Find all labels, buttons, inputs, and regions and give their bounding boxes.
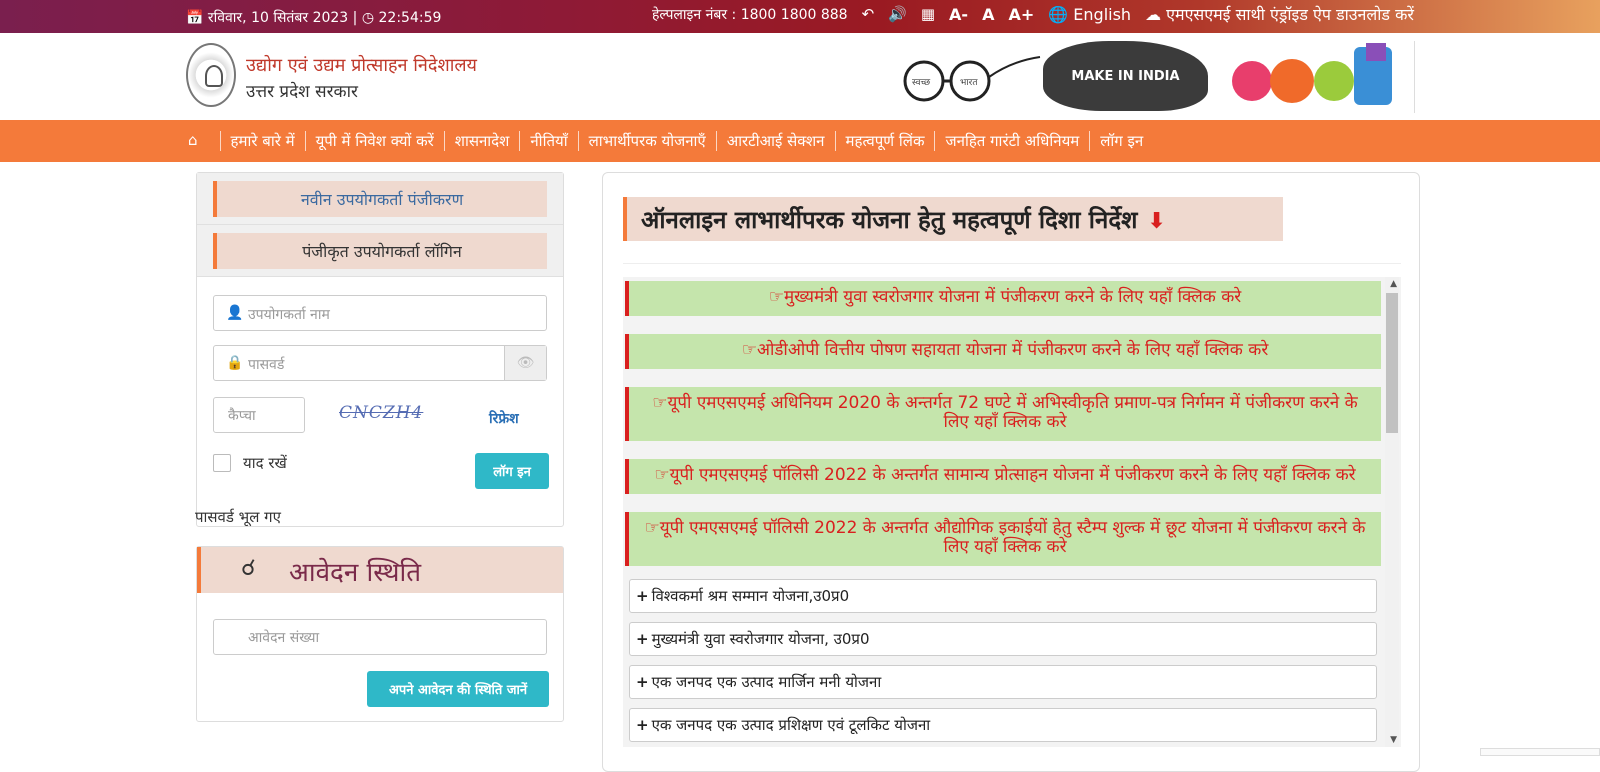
- scheme-list-scroll[interactable]: ☞मुख्यमंत्री युवा स्वरोजगार योजना में पं…: [623, 277, 1401, 747]
- top-bar: 📅 रविवार, 10 सितंबर 2023 | ◷ 22:54:59 हे…: [0, 0, 1600, 33]
- guidelines-title-text: ऑनलाइन लाभार्थीपरक योजना हेतु महत्वपूर्ण…: [641, 206, 1138, 234]
- nav-items: ⌂ हमारे बारे में यूपी में निवेश क्यों कर…: [188, 131, 1153, 151]
- accordion-item-1[interactable]: + विश्वकर्मा श्रम सम्मान योजना,उ0प्र0: [629, 579, 1377, 613]
- share-icon: ☌: [241, 556, 256, 581]
- title-divider: [623, 263, 1401, 264]
- plus-icon: +: [636, 630, 649, 648]
- forgot-password-link[interactable]: पासवर्ड भूल गए: [195, 507, 281, 527]
- password-input[interactable]: 🔒 पासवर्ड 👁: [213, 345, 547, 381]
- registered-login-tab[interactable]: पंजीकृत उपयोगकर्ता लॉगिन: [213, 233, 547, 269]
- accordion-item-3[interactable]: + एक जनपद एक उत्पाद मार्जिन मनी योजना: [629, 665, 1377, 699]
- date-time: 📅 रविवार, 10 सितंबर 2023 | ◷ 22:54:59: [186, 8, 441, 27]
- time-text: 22:54:59: [378, 10, 442, 26]
- scheme-link-5[interactable]: ☞यूपी एमएसएमई पॉलिसी 2022 के अन्तर्गत औद…: [625, 512, 1381, 566]
- site-header: उद्योग एवं उद्यम प्रोत्साहन निदेशालय उत्…: [0, 33, 1600, 120]
- header-divider: [1414, 41, 1415, 113]
- nav-guarantee-act[interactable]: जनहित गारंटी अधिनियम: [934, 131, 1089, 151]
- captcha-input[interactable]: कैप्चा: [213, 397, 305, 433]
- scrollbar-thumb[interactable]: [1386, 293, 1398, 433]
- captcha-refresh-link[interactable]: रिफ्रेश: [489, 409, 519, 428]
- language-switch[interactable]: 🌐 English: [1048, 5, 1131, 24]
- status-title: आवेदन स्थिति: [289, 558, 422, 588]
- clock-icon: ◷: [361, 10, 375, 26]
- remember-checkbox[interactable]: [213, 454, 231, 472]
- odop-logo: [1232, 43, 1392, 105]
- accordion-label-1: विश्वकर्मा श्रम सम्मान योजना,उ0प्र0: [651, 587, 850, 605]
- translate-icon: 🌐: [1048, 4, 1069, 24]
- swachh-text: स्वच्छ: [912, 78, 931, 88]
- guidelines-panel: ऑनलाइन लाभार्थीपरक योजना हेतु महत्वपूर्ण…: [602, 172, 1420, 772]
- org-name: उद्योग एवं उद्यम प्रोत्साहन निदेशालय: [246, 55, 478, 76]
- guidelines-title: ऑनलाइन लाभार्थीपरक योजना हेतु महत्वपूर्ण…: [623, 197, 1283, 241]
- gov-name: उत्तर प्रदेश सरकार: [246, 82, 358, 102]
- home-icon[interactable]: ⌂: [188, 131, 220, 151]
- language-label: English: [1073, 4, 1132, 24]
- new-registration-row: नवीन उपयोगकर्ता पंजीकरण: [197, 173, 563, 225]
- scheme-link-3[interactable]: ☞यूपी एमएसएमई अधिनियम 2020 के अन्तर्गत 7…: [625, 387, 1381, 441]
- top-bar-tools: हेल्पलाइन नंबर : 1800 1800 888 ↶ 🔊 ▦ A- …: [652, 3, 1414, 25]
- app-download-label: एमएसएमई साथी एंड्रॉइड ऐप डाउनलोड करें: [1166, 5, 1414, 24]
- date-text: रविवार, 10 सितंबर 2023 |: [207, 10, 358, 26]
- nav-invest[interactable]: यूपी में निवेश क्यों करें: [304, 131, 444, 151]
- nav-schemes[interactable]: लाभार्थीपरक योजनाएँ: [577, 131, 716, 151]
- app-download-link[interactable]: ☁ एमएसएमई साथी एंड्रॉइड ऐप डाउनलोड करें: [1145, 3, 1414, 25]
- font-normal-button[interactable]: A: [982, 5, 994, 24]
- scroll-down-icon[interactable]: ▼: [1390, 735, 1397, 745]
- nav-links[interactable]: महत्वपूर्ण लिंक: [834, 131, 935, 151]
- plus-icon: +: [636, 673, 649, 691]
- accordion-label-2: मुख्यमंत्री युवा स्वरोजगार योजना, उ0प्र0: [651, 630, 870, 648]
- accordion-label-4: एक जनपद एक उत्पाद प्रशिक्षण एवं टूलकिट य…: [651, 716, 931, 734]
- scheme-link-1[interactable]: ☞मुख्यमंत्री युवा स्वरोजगार योजना में पं…: [625, 281, 1381, 316]
- plus-icon: +: [636, 716, 649, 734]
- application-status-panel: ☌ आवेदन स्थिति आवेदन संख्या अपने आवेदन क…: [196, 546, 564, 722]
- check-status-button[interactable]: अपने आवेदन की स्थिति जानें: [367, 671, 549, 707]
- speaker-icon[interactable]: 🔊: [888, 5, 907, 23]
- registered-login-row: पंजीकृत उपयोगकर्ता लॉगिन: [197, 225, 563, 277]
- scroll-up-icon[interactable]: ▲: [1390, 279, 1397, 289]
- password-placeholder: पासवर्ड: [248, 357, 285, 373]
- captcha-image: CNCZH4: [339, 403, 424, 423]
- scheme-link-4[interactable]: ☞यूपी एमएसएमई पॉलिसी 2022 के अन्तर्गत सा…: [625, 459, 1381, 494]
- back-icon[interactable]: ↶: [862, 5, 875, 23]
- remember-label: याद रखें: [243, 454, 287, 472]
- plus-icon: +: [636, 587, 649, 605]
- cloud-download-icon: ☁: [1145, 5, 1162, 24]
- make-in-india-logo: MAKE IN INDIA: [1043, 41, 1208, 111]
- accordion-item-4[interactable]: + एक जनपद एक उत्पाद प्रशिक्षण एवं टूलकिट …: [629, 708, 1377, 742]
- accordion-item-2[interactable]: + मुख्यमंत्री युवा स्वरोजगार योजना, उ0प्र…: [629, 622, 1377, 656]
- nav-login[interactable]: लॉग इन: [1089, 131, 1153, 151]
- application-number-input[interactable]: आवेदन संख्या: [213, 619, 547, 655]
- download-icon[interactable]: ⬇: [1147, 209, 1165, 234]
- bharat-text: भारत: [960, 78, 978, 88]
- username-placeholder: उपयोगकर्ता नाम: [248, 307, 330, 323]
- lock-icon: 🔒: [226, 355, 244, 371]
- helpline-text: हेल्पलाइन नंबर : 1800 1800 888: [652, 6, 848, 23]
- font-increase-button[interactable]: A+: [1008, 5, 1034, 24]
- nav-orders[interactable]: शासनादेश: [443, 131, 520, 151]
- scheme-link-2[interactable]: ☞ओडीओपी वित्तीय पोषण सहायता योजना में पं…: [625, 334, 1381, 369]
- font-decrease-button[interactable]: A-: [949, 5, 968, 24]
- new-registration-tab[interactable]: नवीन उपयोगकर्ता पंजीकरण: [213, 181, 547, 217]
- up-emblem-logo: [186, 43, 236, 107]
- login-button[interactable]: लॉग इन: [475, 453, 549, 489]
- status-header: ☌ आवेदन स्थिति: [197, 547, 563, 593]
- accordion-label-3: एक जनपद एक उत्पाद मार्जिन मनी योजना: [651, 673, 882, 691]
- nav-policies[interactable]: नीतियाँ: [519, 131, 577, 151]
- main-nav: ⌂ हमारे बारे में यूपी में निवेश क्यों कर…: [0, 120, 1600, 162]
- login-panel: नवीन उपयोगकर्ता पंजीकरण पंजीकृत उपयोगकर्…: [195, 172, 564, 527]
- nav-rti[interactable]: आरटीआई सेक्शन: [715, 131, 835, 151]
- swachh-bharat-logo: स्वच्छ भारत: [903, 56, 1041, 102]
- user-icon: 👤: [226, 305, 244, 321]
- calendar-icon: 📅: [186, 10, 204, 26]
- show-password-eye-icon[interactable]: 👁: [504, 346, 546, 380]
- username-input[interactable]: 👤 उपयोगकर्ता नाम: [213, 295, 547, 331]
- nav-about[interactable]: हमारे बारे में: [219, 131, 305, 151]
- sitemap-icon[interactable]: ▦: [921, 5, 935, 23]
